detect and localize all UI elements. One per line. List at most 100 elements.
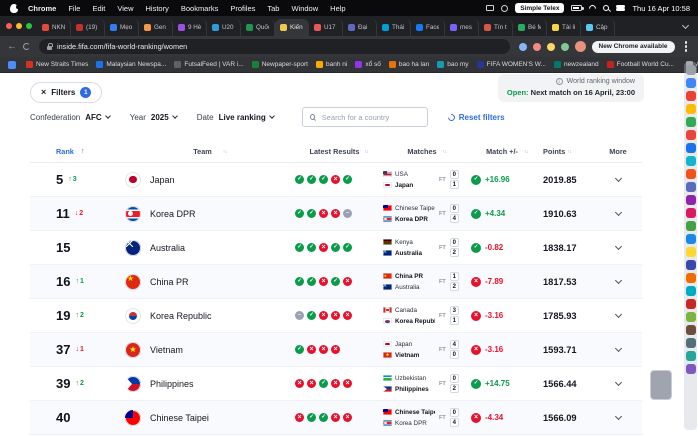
minimize-window-button[interactable] [16,23,22,29]
bookmark-item[interactable]: FIFA WOMEN'S W... [473,61,550,68]
table-row[interactable]: 15 Australia Kenya [30,231,642,265]
year-select[interactable]: Year 2025 [130,113,177,122]
dock-app-icon[interactable] [686,143,696,153]
menubar-item-window[interactable]: Window [285,4,324,13]
menubar-item-edit[interactable]: Edit [86,4,111,13]
table-row[interactable]: 40 Chinese Taipei Chinese Taipei [30,401,642,435]
filters-button[interactable]: × Filters 1 [30,82,102,103]
dock-app-icon[interactable] [686,130,696,140]
menubar-item-file[interactable]: File [62,4,86,13]
table-row[interactable]: 5 ↑3 Japan USA [30,163,642,197]
dock-app-icon[interactable] [686,286,696,296]
header-match-delta[interactable]: Match +/-↑↓ [471,147,543,156]
menubar-item-profiles[interactable]: Profiles [224,4,261,13]
menubar-item-bookmarks[interactable]: Bookmarks [175,4,225,13]
menubar-item-chrome[interactable]: Chrome [22,4,62,13]
dock-app-icon[interactable] [686,195,696,205]
browser-tab[interactable]: U20 [207,19,241,36]
table-row[interactable]: 11 ↓2 Korea DPR Chinese Taipei [30,197,642,231]
menubar-item-tab[interactable]: Tab [261,4,285,13]
expand-row-button[interactable] [603,383,633,385]
tab-search-icon[interactable] [682,22,689,29]
expand-row-button[interactable] [603,247,633,249]
apple-menu-icon[interactable] [10,4,18,13]
extension-icon[interactable] [547,43,555,51]
bookmark-item[interactable]: New Straits Times [22,61,92,68]
browser-tab[interactable]: Quốc [241,19,275,36]
spotlight-icon[interactable] [603,5,609,11]
back-button[interactable]: ← [7,42,17,52]
table-row[interactable]: 16 ↑1 China PR China PR [30,265,642,299]
chrome-update-button[interactable]: New Chrome available [592,41,675,53]
dock-app-icon[interactable] [686,234,696,244]
header-latest-results[interactable]: Latest Results↑↓ [295,147,383,156]
dock-app-icon[interactable] [686,208,696,218]
dock-app-icon[interactable] [686,104,696,114]
dock-app-icon[interactable] [686,312,696,322]
bookmark-item[interactable]: Football World Cu... [603,61,678,68]
extension-icon[interactable] [519,43,527,51]
control-center-icon[interactable] [616,4,625,12]
address-bar[interactable]: inside.fifa.com/fifa-world-ranking/women [39,39,510,54]
menubar-item-help[interactable]: Help [324,4,351,13]
expand-row-button[interactable] [603,281,633,283]
bookmark-item[interactable]: xổ số [351,61,385,68]
bookmark-item[interactable]: FutsalFeed | VAR i... [170,61,247,68]
header-points[interactable]: Points↑↓ [543,147,603,156]
browser-tab[interactable]: Kiến [275,19,309,36]
browser-tab[interactable]: Face [411,19,445,36]
dock-app-icon[interactable] [686,78,696,88]
apps-shortcut-icon[interactable] [8,61,16,69]
bookmark-item[interactable]: bao my [433,61,472,68]
dock-app-icon[interactable] [686,117,696,127]
header-matches[interactable]: Matches↑↓ [383,147,471,156]
zoom-window-button[interactable] [26,23,32,29]
dock-app-icon[interactable] [686,247,696,257]
browser-tab[interactable]: Thái [377,19,411,36]
browser-tab[interactable]: Gen [139,19,173,36]
extension-icon[interactable] [561,43,569,51]
browser-tab[interactable]: Đại [343,19,377,36]
profile-avatar[interactable] [575,41,586,52]
dock-app-icon[interactable] [686,221,696,231]
dock-app-icon[interactable] [686,156,696,166]
reset-filters-button[interactable]: Reset filters [448,113,505,122]
expand-row-button[interactable] [603,417,633,419]
browser-tab[interactable]: U17 [309,19,343,36]
wifi-icon[interactable] [588,3,598,13]
extension-icon[interactable] [533,43,541,51]
bookmark-item[interactable]: banh ni [312,61,351,68]
table-row[interactable]: 39 ↑2 Philippines Uzbekistan [30,367,642,401]
confederation-select[interactable]: Confederation AFC [30,113,110,122]
dock-app-icon[interactable] [686,91,696,101]
expand-row-button[interactable] [603,349,633,351]
dock-app-icon[interactable] [686,338,696,348]
expand-row-button[interactable] [603,315,633,317]
dock-app-icon[interactable] [686,325,696,335]
browser-tab[interactable]: Mẹo [105,19,139,36]
dock-app-icon[interactable] [686,299,696,309]
browser-tab[interactable]: mes [445,19,479,36]
bookmark-item[interactable]: bao ha lan [385,61,433,68]
menubar-item-history[interactable]: History [140,4,175,13]
input-source-chip[interactable]: Simple Telex [515,3,564,13]
dock-app-icon[interactable] [686,351,696,361]
search-input[interactable] [320,112,420,123]
dock-app-icon[interactable] [686,364,696,374]
bookmark-item[interactable]: Malaysian Newspa... [92,61,170,68]
browser-tab[interactable]: 9 Hè [173,19,207,36]
table-row[interactable]: 19 ↑2 Korea Republic Canada [30,299,642,333]
country-search[interactable] [302,107,428,127]
expand-row-button[interactable] [603,213,633,215]
browser-tab[interactable]: Tín t [479,19,513,36]
table-row[interactable]: 37 ↓1 Vietnam Japan [30,333,642,367]
dock-app-icon[interactable] [686,182,696,192]
dock-app-icon[interactable] [686,65,696,75]
dock-app-icon[interactable] [686,169,696,179]
header-rank[interactable]: Rank↑ [30,147,125,156]
menubar-item-view[interactable]: View [111,4,139,13]
browser-tab[interactable]: Bé M [513,19,547,36]
browser-tab[interactable]: (19) [71,19,105,36]
reload-button[interactable] [23,43,30,50]
bookmark-item[interactable]: newzealand [550,61,603,68]
